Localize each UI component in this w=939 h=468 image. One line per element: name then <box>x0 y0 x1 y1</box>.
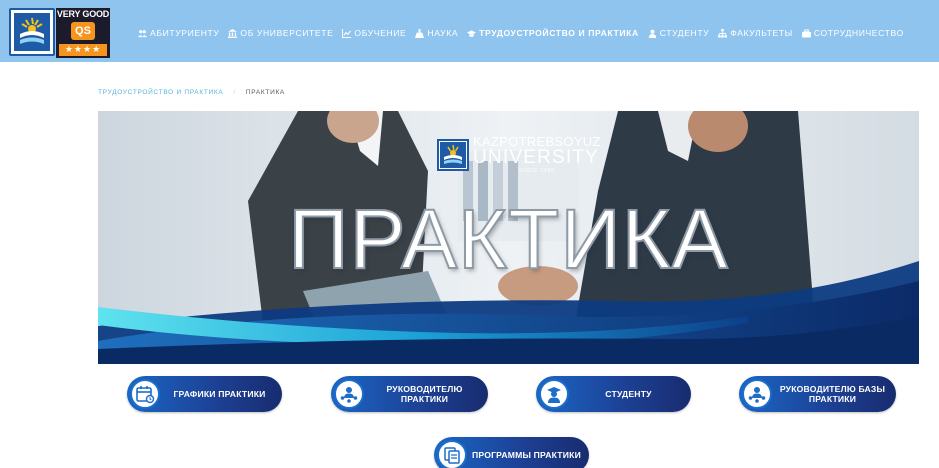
practice-banner: KAZPOTREBSOYUZ UNIVERSITY SINCE 1966 ПРА… <box>98 111 919 364</box>
users-icon <box>138 29 147 38</box>
nav-label: ТРУДОУСТРОЙСТВО И ПРАКТИКА <box>479 28 639 38</box>
nav-item-science[interactable]: НАУКА <box>415 28 458 38</box>
nav-label: СОТРУДНИЧЕСТВО <box>813 28 904 38</box>
nav-label: НАУКА <box>427 28 459 38</box>
team-icon <box>334 379 364 409</box>
university-emblem-icon <box>437 139 469 171</box>
main-nav: АБИТУРИЕНТУ ОБ УНИВЕРСИТЕТЕ ОБУЧЕНИЕ НАУ… <box>138 26 913 40</box>
practice-supervisor-button[interactable]: РУКОВОДИТЕЛЮ ПРАКТИКИ <box>331 376 488 412</box>
flask-icon <box>415 28 425 38</box>
student-icon <box>648 29 657 38</box>
base-supervisor-button[interactable]: РУКОВОДИТЕЛЮ БАЗЫ ПРАКТИКИ <box>739 376 896 412</box>
qs-logo: QS <box>71 22 95 40</box>
nav-item-applicants[interactable]: АБИТУРИЕНТУ <box>138 28 219 38</box>
nav-item-students[interactable]: СТУДЕНТУ <box>648 28 710 38</box>
site-header: VERY GOOD QS ★★★★ АБИТУРИЕНТУ ОБ УНИВЕРС… <box>0 0 939 62</box>
brand-line-2: UNIVERSITY <box>473 147 600 168</box>
button-label: ПРОГРАММЫ ПРАКТИКИ <box>472 450 581 460</box>
nav-item-employment-practice[interactable]: ТРУДОУСТРОЙСТВО И ПРАКТИКА <box>467 28 639 38</box>
student-button[interactable]: СТУДЕНТУ <box>536 376 691 412</box>
nav-label: АБИТУРИЕНТУ <box>150 28 220 38</box>
button-label: РУКОВОДИТЕЛЮ БАЗЫ ПРАКТИКИ <box>779 384 886 404</box>
university-emblem-icon <box>14 13 50 51</box>
breadcrumb-link-employment[interactable]: ТРУДОУСТРОЙСТВО И ПРАКТИКА <box>98 89 223 96</box>
university-logo[interactable] <box>9 8 55 56</box>
nav-item-cooperation[interactable]: СОТРУДНИЧЕСТВО <box>801 28 904 38</box>
graduation-cap-icon <box>467 29 477 38</box>
nav-label: ФАКУЛЬТЕТЫ <box>730 28 793 38</box>
qs-rating-badge[interactable]: VERY GOOD QS ★★★★ <box>56 8 110 58</box>
programs-button[interactable]: ПРОГРАММЫ ПРАКТИКИ <box>434 437 589 468</box>
banner-title: ПРАКТИКА <box>287 191 729 287</box>
nav-label: ОБУЧЕНИЕ <box>354 28 407 38</box>
nav-item-education[interactable]: ОБУЧЕНИЕ <box>342 28 406 38</box>
briefcase-icon <box>801 28 811 38</box>
qs-badge-text: VERY GOOD <box>56 9 110 19</box>
breadcrumb: ТРУДОУСТРОЙСТВО И ПРАКТИКА / ПРАКТИКА <box>98 89 285 96</box>
calendar-icon <box>130 379 160 409</box>
documents-icon <box>437 440 467 468</box>
button-label: СТУДЕНТУ <box>605 389 652 399</box>
nav-item-about[interactable]: ОБ УНИВЕРСИТЕТЕ <box>228 28 333 38</box>
nav-item-faculties[interactable]: ФАКУЛЬТЕТЫ <box>718 28 793 38</box>
breadcrumb-current: ПРАКТИКА <box>245 89 285 96</box>
nav-label: СТУДЕНТУ <box>659 28 710 38</box>
nav-label: ОБ УНИВЕРСИТЕТЕ <box>240 28 334 38</box>
university-brand: KAZPOTREBSOYUZ UNIVERSITY SINCE 1966 <box>437 135 601 175</box>
brand-since: SINCE 1966 <box>518 168 555 174</box>
breadcrumb-separator: / <box>233 89 236 96</box>
schedules-button[interactable]: ГРАФИКИ ПРАКТИКИ <box>127 376 282 412</box>
university-icon <box>228 28 238 38</box>
qs-stars: ★★★★ <box>59 44 107 56</box>
sitemap-icon <box>718 28 728 38</box>
button-label: РУКОВОДИТЕЛЮ ПРАКТИКИ <box>386 384 463 404</box>
student-icon <box>539 379 569 409</box>
team-icon <box>742 379 772 409</box>
chart-icon <box>342 28 352 38</box>
button-label: ГРАФИКИ ПРАКТИКИ <box>173 389 266 399</box>
